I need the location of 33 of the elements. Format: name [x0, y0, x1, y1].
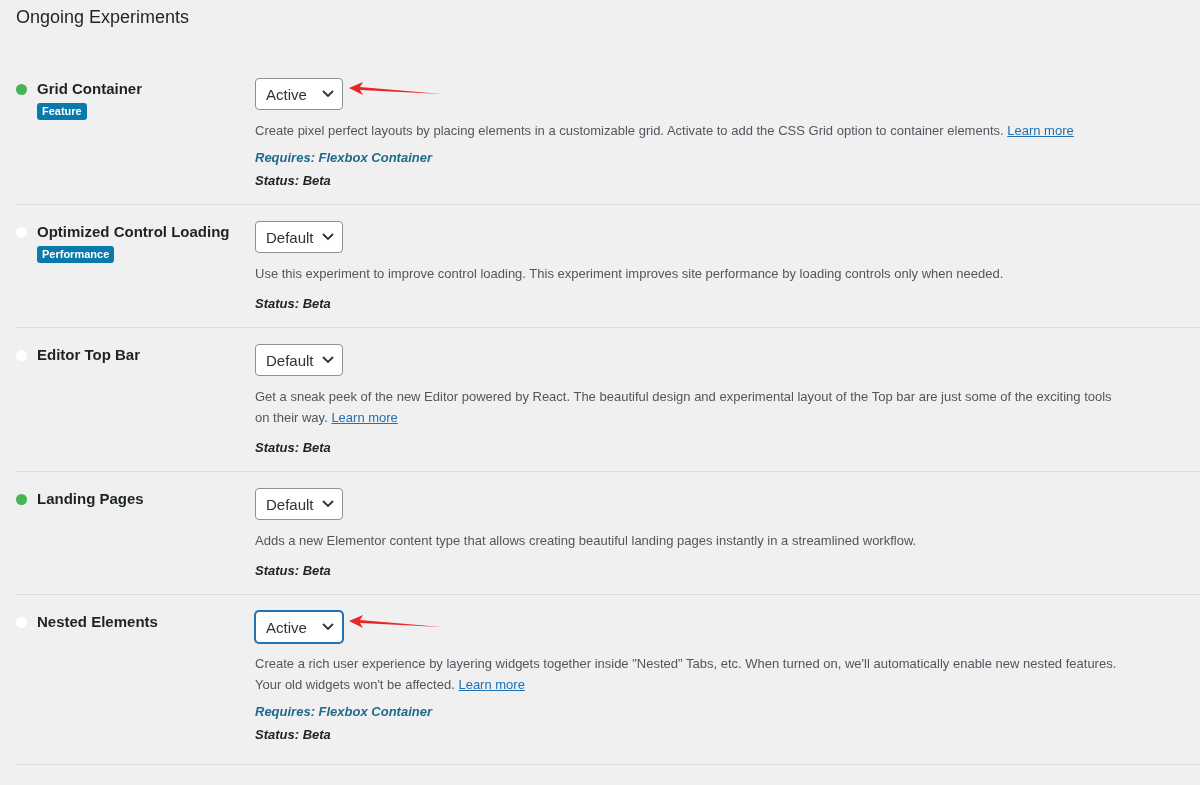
experiment-name: Editor Top Bar [37, 345, 141, 365]
state-select[interactable]: Active [255, 611, 343, 643]
status-label: Status: Beta [255, 563, 331, 578]
learn-more-link[interactable]: Learn more [458, 677, 525, 692]
status-label: Status: Beta [255, 727, 331, 742]
experiment-description: Get a sneak peek of the new Editor powered by React. The beautiful design and experimental layout of the Top bar are just some of the exciting tools on their way. Learn more [255, 388, 1113, 427]
chevron-down-icon [322, 623, 334, 631]
learn-more-link[interactable]: Learn more [331, 410, 398, 425]
tag-badge: Feature [37, 103, 87, 120]
experiment-name: Nested Elements [37, 612, 158, 632]
chevron-down-icon [322, 500, 334, 508]
status-label: Status: Beta [255, 296, 331, 311]
state-select[interactable]: Default [255, 488, 343, 520]
chevron-down-icon [322, 233, 334, 241]
tag-badge: Performance [37, 246, 115, 263]
learn-more-link[interactable]: Learn more [1007, 123, 1074, 138]
experiment-description: Adds a new Elementor content type that allows creating beautiful landing pages instantly in a streamlined workflow. [255, 532, 917, 550]
state-select[interactable]: Default [255, 344, 343, 376]
state-select[interactable]: Active [255, 78, 343, 110]
experiment-description: Create pixel perfect layouts by placing elements in a customizable grid. Activate to add the CSS Grid option to container elements. Learn more [255, 122, 1074, 140]
experiment-description: Create a rich user experience by layering widgets together inside "Nested" Tabs, etc. When turned on, we'll automatically enable new nested features. Your old widgets won't be affected. Learn more [255, 655, 1117, 694]
status-label: Status: Beta [255, 173, 331, 188]
experiment-description: Use this experiment to improve control loading. This experiment improves site performance by loading controls only when needed. [255, 265, 1004, 283]
requires-label: Requires: Flexbox Container [255, 704, 432, 719]
chevron-down-icon [322, 90, 334, 98]
section-heading: Ongoing Experiments [16, 6, 191, 28]
requires-label: Requires: Flexbox Container [255, 150, 432, 165]
experiment-name: Optimized Control Loading [37, 222, 230, 242]
experiment-name: Grid Container [37, 79, 142, 99]
chevron-down-icon [322, 356, 334, 364]
experiment-name: Landing Pages [37, 489, 144, 509]
status-label: Status: Beta [255, 440, 331, 455]
state-select[interactable]: Default [255, 221, 343, 253]
